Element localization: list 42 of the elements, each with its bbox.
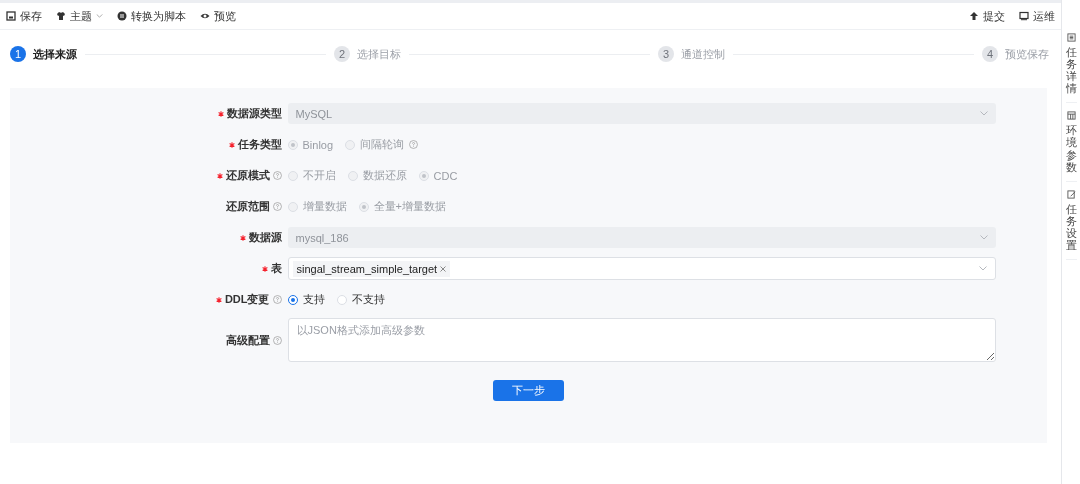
close-icon[interactable] [440, 265, 447, 272]
field-label: 数据源类型 [226, 106, 282, 121]
shirt-icon [56, 11, 66, 21]
table-tag: singal_stream_simple_target [292, 260, 451, 277]
field-label: 高级配置 [225, 332, 270, 348]
side-tab[interactable]: 环境参数 [1065, 111, 1077, 182]
toolbar-button[interactable]: 保存 [6, 8, 42, 24]
config-textarea[interactable]: 以JSON格式添加高级参数 [287, 318, 996, 362]
step-number: 4 [982, 46, 998, 62]
upload-icon [969, 11, 979, 21]
field-label: 还原模式 [225, 168, 270, 183]
radio-option[interactable]: 不支持 [336, 292, 385, 307]
monitor-icon [1019, 11, 1029, 21]
field-label: DDL变更 [224, 292, 270, 307]
side-tab[interactable]: 任务详情 [1065, 33, 1077, 104]
toolbar-button[interactable]: 运维 [1019, 8, 1055, 24]
side-tab[interactable]: 任务设置 [1065, 189, 1077, 261]
radio-button[interactable] [287, 294, 298, 305]
field-label: 任务类型 [237, 137, 282, 152]
chevron-down-icon [978, 266, 987, 271]
multi-select-field[interactable]: singal_stream_simple_target [287, 257, 996, 280]
convert-icon [117, 11, 127, 21]
table-icon [1066, 111, 1076, 121]
eye-icon [200, 11, 210, 21]
step-label[interactable]: 选择来源 [33, 46, 77, 62]
step-number: 1 [10, 46, 26, 62]
next-button[interactable]: 下一步 [493, 380, 564, 401]
step-number: 3 [658, 46, 674, 62]
save-icon [6, 11, 16, 21]
field-label: 还原范围 [225, 199, 270, 214]
field-label: 数据源 [248, 230, 282, 245]
chevron-down-icon [979, 235, 988, 240]
toolbar-button[interactable]: 提交 [969, 8, 1005, 24]
field-label: 表 [270, 261, 282, 276]
radio-option[interactable]: 支持 [287, 292, 325, 307]
toolbar-button[interactable]: 转换为脚本 [117, 8, 186, 24]
step-number: 2 [334, 46, 350, 62]
toolbar-button[interactable]: 预览 [200, 8, 236, 24]
toolbar-button[interactable]: 主题 [56, 8, 103, 24]
chevron-down-icon [979, 111, 988, 116]
edit-icon [1066, 189, 1076, 199]
list-icon [1066, 33, 1076, 42]
